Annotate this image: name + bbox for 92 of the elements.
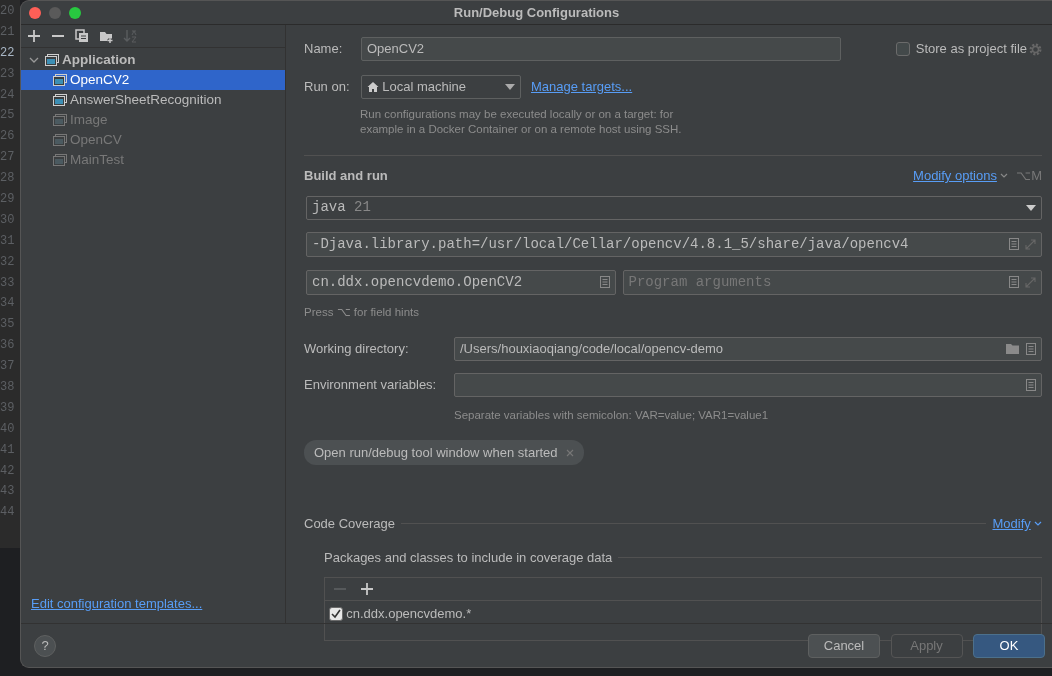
line-number: 29 [0,191,16,208]
document-icon[interactable] [1026,378,1036,391]
field-label: Working directory: [304,340,410,358]
field-label: Run on: [304,78,351,97]
expand-icon[interactable] [1025,238,1036,250]
dropdown[interactable]: Local machine [361,75,521,99]
line-number: 22 [0,44,16,62]
minimize-button[interactable] [49,7,61,19]
copy-icon[interactable] [75,29,89,43]
check-icon [331,609,341,619]
chevron-down-icon [1034,520,1042,527]
section-title: Build and run [304,167,389,185]
line-number: 32 [0,253,16,271]
working-directory-field[interactable]: /Users/houxiaoqiang/code/local/opencv-demo [454,336,1042,361]
dialog-button[interactable]: Cancel [808,633,880,658]
window-icon [53,154,67,166]
line-number: 40 [0,420,16,438]
modify-link[interactable]: Modify [992,514,1042,534]
tree-item[interactable]: OpenCV2 [21,70,285,90]
section-title: Code Coverage [304,515,396,533]
window-icon [53,94,67,106]
line-number: 26 [0,128,16,146]
line-number: 27 [0,149,16,167]
folder-icon[interactable] [1005,343,1020,355]
line-number: 37 [0,358,16,376]
line-number: 24 [0,86,16,104]
line-number: 39 [0,399,16,417]
zoom-button[interactable] [69,7,81,19]
tree-item[interactable]: AnswerSheetRecognition [21,90,285,110]
line-number: 28 [0,170,16,188]
checkbox[interactable] [329,607,343,621]
document-icon[interactable] [1026,342,1036,355]
line-number: 36 [0,337,16,355]
caret-icon [505,84,515,90]
line-number: 31 [0,232,16,250]
templates-link[interactable]: Edit configuration templates... [31,593,203,613]
line-number: 43 [0,483,16,501]
checkbox-label: Store as project file [915,40,1027,59]
line-number: 23 [0,65,16,83]
modify-options-link[interactable]: Modify options [913,166,1009,186]
name-field[interactable]: OpenCV2 [361,37,841,61]
close-button[interactable] [29,7,41,19]
add-icon[interactable] [360,582,374,596]
help-button[interactable]: ? [34,634,56,657]
document-icon[interactable] [1008,238,1019,250]
expand-icon[interactable] [1025,276,1036,288]
line-number: 41 [0,441,16,459]
line-number: 21 [0,23,16,41]
environment-variables-field[interactable] [454,372,1042,397]
tree-item[interactable]: Image [21,110,285,130]
document-icon[interactable] [1008,276,1019,288]
line-number: 35 [0,316,16,334]
jdk-dropdown[interactable]: java 21 [306,195,1042,220]
caret-icon [1026,204,1036,211]
section-title: Packages and classes to include in coverage data [324,548,613,567]
window-title: Run/Debug Configurations [453,3,620,22]
line-number: 42 [0,462,16,480]
folder-add-icon[interactable] [99,29,113,43]
line-number: 44 [0,504,16,522]
field-label: Environment variables: [304,376,438,394]
line-number: 20 [0,3,16,20]
window-icon [45,54,59,66]
pattern-label: cn.ddx.opencvdemo.* [346,605,472,624]
home-icon [367,81,379,93]
dialog-button[interactable]: OK [973,633,1045,658]
window-icon [53,134,67,146]
tree-item[interactable]: OpenCV [21,130,285,150]
checkbox[interactable] [895,42,910,56]
window-icon [53,114,67,126]
line-number: 30 [0,211,16,229]
line-number: 25 [0,107,16,125]
tree-item[interactable]: MainTest [21,150,285,170]
close-icon[interactable] [565,448,574,457]
chevron-down-icon [1000,172,1009,179]
add-icon[interactable] [27,29,41,43]
shortcut-text: ⌥M [1016,167,1042,185]
hint-text: Run configurations may be executed locally or on a target: for example in a Docker Container or on a remote host using SSH. [360,107,683,137]
manage-targets-link[interactable]: Manage targets... [531,77,633,97]
option-chip[interactable]: Open run/debug tool window when started [304,440,584,465]
line-number: 34 [0,295,16,313]
vm-options-field[interactable]: -Djava.library.path=/usr/local/Cellar/opencv/4.8.1_5/share/java/opencv4 [306,231,1042,257]
line-number: 38 [0,379,16,397]
main-class-field[interactable]: cn.ddx.opencvdemo.OpenCV2 [306,269,616,295]
chevron-down-icon[interactable] [29,55,39,65]
document-icon[interactable] [600,276,610,288]
field-label: Name: [304,40,344,59]
gear-icon[interactable] [1029,42,1042,56]
line-number: 33 [0,274,16,292]
hint-text: Separate variables with semicolon: VAR=value; VAR1=value1 [454,407,770,423]
tree-item[interactable]: Application [21,50,285,70]
window-icon [53,74,67,86]
hint-text: Press ⌥ for field hints [304,304,420,320]
